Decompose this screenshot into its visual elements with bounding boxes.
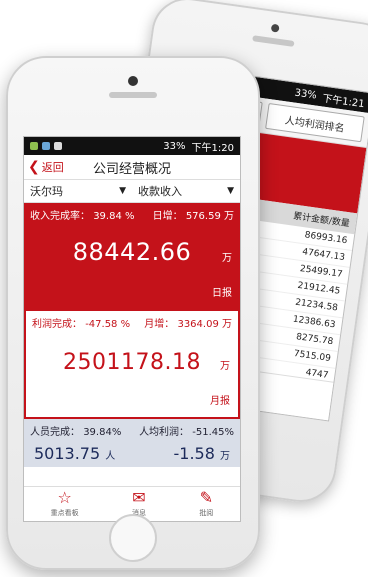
battery-text: 33%: [163, 140, 186, 152]
profit-panel[interactable]: 利润完成： -47.58 % 月增： 3364.09 万 2501178.18 …: [24, 309, 240, 419]
tab-review[interactable]: ✎ 批阅: [199, 490, 213, 518]
revenue-completion-label: 收入完成率：: [30, 211, 90, 222]
filter-bar: 沃尔玛 ▼ 收款收入 ▼: [24, 180, 240, 203]
time-text: 下午1:20: [191, 142, 234, 154]
back-label: 返回: [41, 161, 64, 174]
staff-stats-row: 人员完成： 39.84% 人均利润： -51.45%: [24, 419, 240, 438]
staff-count-unit: 人: [105, 451, 116, 462]
caret-down-icon: ▼: [119, 186, 126, 196]
store-select-value: 沃尔玛: [30, 185, 63, 198]
app-icon: [30, 142, 38, 150]
revenue-amount: 88442.66: [72, 238, 192, 266]
daily-increase-value: 576.59: [185, 211, 221, 222]
app-icon: [54, 142, 62, 150]
profit-amount-unit: 万: [220, 361, 230, 372]
staff-completion-value: 39.84%: [83, 427, 122, 438]
monthly-increase-unit: 万: [222, 319, 232, 330]
edit-icon: ✎: [199, 488, 214, 507]
status-icons: [30, 142, 62, 150]
staff-stats-big: 5013.75 人 -1.58 万: [24, 438, 240, 463]
avg-profit-unit: 万: [220, 451, 230, 462]
metric-select[interactable]: 收款收入 ▼: [132, 183, 240, 199]
star-icon: ☆: [57, 488, 72, 507]
monthly-increase-label: 月增：: [144, 319, 175, 330]
tab-dashboard[interactable]: ☆ 重点看板: [51, 490, 79, 518]
daily-report-link[interactable]: 日报: [212, 284, 232, 299]
front-camera-icon: [128, 76, 138, 86]
revenue-amount-unit: 万: [222, 253, 232, 264]
status-bar: 33% 下午1:20: [24, 137, 240, 155]
profit-completion-value: -47.58 %: [85, 319, 131, 330]
staff-count: 5013.75: [34, 444, 101, 463]
revenue-completion-value: 39.84 %: [93, 211, 135, 222]
revenue-panel[interactable]: 收入完成率： 39.84 % 日增： 576.59 万 88442.66 万 日…: [24, 203, 240, 309]
front-camera-icon: [270, 23, 280, 33]
front-phone-screen: 33% 下午1:20 ❮ 返回 公司经营概况 沃尔玛 ▼ 收款收入 ▼ 收入完成…: [23, 136, 241, 522]
monthly-increase-value: 3364.09: [177, 319, 219, 330]
profit-amount: 2501178.18: [63, 350, 201, 375]
profit-completion-label: 利润完成：: [32, 319, 82, 330]
monthly-report-link[interactable]: 月报: [210, 392, 230, 407]
metric-select-value: 收款收入: [138, 185, 182, 198]
staff-stats: 人员完成： 39.84% 人均利润： -51.45% 5013.75 人 -1.…: [24, 419, 240, 467]
home-button[interactable]: [109, 514, 157, 562]
daily-increase-label: 日增：: [152, 211, 183, 222]
store-select[interactable]: 沃尔玛 ▼: [24, 183, 132, 199]
app-icon: [42, 142, 50, 150]
speaker-grille: [109, 92, 157, 98]
profit-summary-row: 利润完成： -47.58 % 月增： 3364.09 万: [26, 311, 238, 334]
daily-increase-unit: 万: [224, 211, 234, 222]
battery-text: 33%: [293, 87, 318, 102]
speaker-grille: [252, 35, 295, 47]
navigation-bar: ❮ 返回 公司经营概况: [24, 155, 240, 180]
avg-profit-amount: -1.58: [173, 444, 215, 463]
mail-icon: ✉: [132, 488, 146, 507]
staff-completion-label: 人员完成：: [30, 427, 80, 438]
chevron-left-icon: ❮: [28, 159, 40, 175]
front-phone-frame: 33% 下午1:20 ❮ 返回 公司经营概况 沃尔玛 ▼ 收款收入 ▼ 收入完成…: [6, 56, 260, 570]
revenue-summary-row: 收入完成率： 39.84 % 日增： 576.59 万: [24, 203, 240, 226]
avg-profit-value: -51.45%: [192, 427, 234, 438]
avg-profit-label: 人均利润：: [139, 427, 190, 438]
caret-down-icon: ▼: [227, 186, 234, 196]
back-button[interactable]: ❮ 返回: [24, 159, 64, 175]
